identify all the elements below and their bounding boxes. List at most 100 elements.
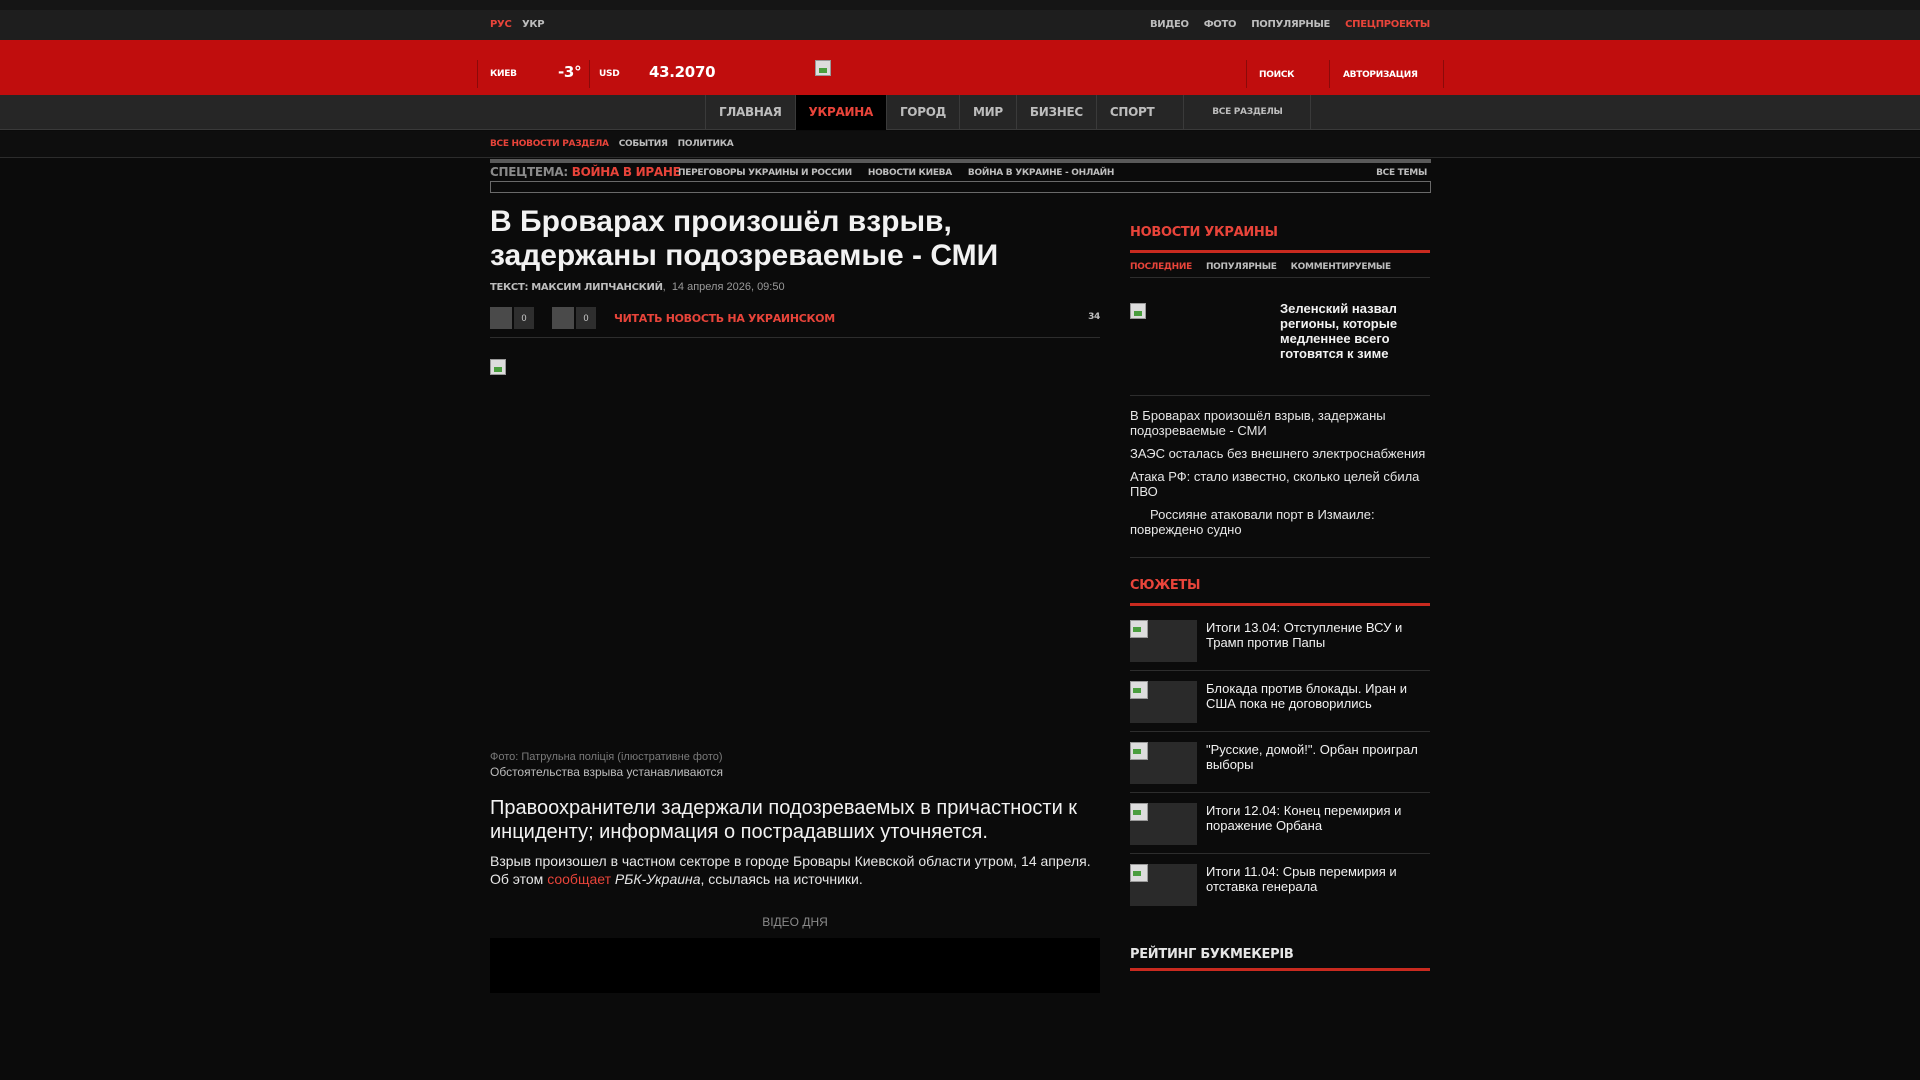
byline: ТЕКСТ: МАКСИМ ЛИПЧАНСКИЙ, 14 апреля 2026… (490, 281, 785, 293)
divider (1130, 792, 1430, 793)
special-topic-bar (490, 159, 1431, 163)
author-link[interactable]: МАКСИМ ЛИПЧАНСКИЙ (531, 282, 663, 293)
article-image-icon (490, 359, 506, 375)
currency-rate: 43.2070 (649, 63, 716, 81)
share-button-1[interactable]: 0 (490, 307, 534, 329)
story-thumbnail (1130, 620, 1197, 662)
main-nav: ГЛАВНАЯ УКРАИНА ГОРОД МИР БИЗНЕС СПОРТ В… (0, 95, 1920, 130)
news-item[interactable]: В Броварах произошёл взрыв, задержаны по… (1130, 408, 1430, 438)
divider (1130, 853, 1430, 854)
article-lead: Правоохранители задержали подозреваемых … (490, 797, 1078, 843)
topic-link-war-online[interactable]: ВОЙНА В УКРАИНЕ - ОНЛАЙН (968, 168, 1115, 178)
story-thumbnail (1130, 681, 1197, 723)
special-topic-line: СПЕЦТЕМА: ВОЙНА В ИРАНЕ ПЕРЕГОВОРЫ УКРАИ… (490, 164, 1431, 182)
subnav-politics[interactable]: ПОЛИТИКА (678, 139, 734, 149)
photo-link[interactable]: ФОТО (1204, 19, 1237, 30)
sidebar-stories-title[interactable]: СЮЖЕТЫ (1130, 578, 1200, 593)
story-item[interactable]: "Русские, домой!". Орбан проиграл выборы (1130, 742, 1430, 786)
story-title[interactable]: Блокада против блокады. Иран и США пока … (1206, 681, 1426, 711)
news-item[interactable]: ЗАЭС осталась без внешнего электроснабже… (1130, 446, 1430, 461)
sidebar-rule (1130, 250, 1430, 253)
source-link[interactable]: сообщает (547, 871, 611, 887)
share-count: 0 (576, 307, 596, 329)
topic-link-negotiations[interactable]: ПЕРЕГОВОРЫ УКРАИНЫ И РОССИИ (678, 168, 852, 178)
subnav-events[interactable]: СОБЫТИЯ (619, 139, 668, 149)
share-button-2[interactable]: 0 (552, 307, 596, 329)
popular-link[interactable]: ПОПУЛЯРНЫЕ (1251, 19, 1330, 30)
video-player[interactable] (490, 938, 1100, 993)
nav-item-business[interactable]: БИЗНЕС (1015, 95, 1096, 130)
special-projects-link[interactable]: СПЕЦПРОЕКТЫ (1345, 19, 1430, 30)
video-link[interactable]: ВИДЕО (1150, 19, 1189, 30)
story-item[interactable]: Итоги 12.04: Конец перемирия и поражение… (1130, 803, 1430, 847)
divider (1329, 60, 1330, 88)
article-date: 14 апреля 2026, 09:50 (671, 281, 785, 293)
news-item[interactable]: Атака РФ: стало известно, сколько целей … (1130, 469, 1430, 499)
read-in-ukrainian-link[interactable]: ЧИТАТЬ НОВОСТЬ НА УКРАИНСКОМ (614, 312, 835, 325)
story-title[interactable]: Итоги 12.04: Конец перемирия и поражение… (1206, 803, 1426, 833)
sidebar-rule (1130, 968, 1430, 971)
sub-nav: ВСЕ НОВОСТИ РАЗДЕЛА СОБЫТИЯ ПОЛИТИКА (0, 131, 1920, 158)
weather-city: КИЕВ (490, 69, 517, 79)
tab-latest[interactable]: ПОСЛЕДНИЕ (1130, 262, 1192, 272)
top-strip (0, 0, 1920, 10)
story-title[interactable]: "Русские, домой!". Орбан проиграл выборы (1206, 742, 1426, 772)
subnav-all-news[interactable]: ВСЕ НОВОСТИ РАЗДЕЛА (490, 139, 609, 149)
article-actions: 0 0 ЧИТАТЬ НОВОСТЬ НА УКРАИНСКОМ 34 (490, 307, 1100, 338)
nav-item-city[interactable]: ГОРОД (885, 95, 959, 130)
top-bar: РУС УКР ВИДЕО ФОТО ПОПУЛЯРНЫЕ СПЕЦПРОЕКТ… (0, 10, 1920, 40)
featured-news-title[interactable]: Зеленский назвал регионы, которые медлен… (1280, 301, 1430, 361)
share-icon (490, 307, 512, 329)
divider (1130, 731, 1430, 732)
photo-credit: Фото: Патрульна поліція (ілюстративне фо… (490, 751, 723, 763)
story-thumbnail (1130, 803, 1197, 845)
article-body: Взрыв произошел в частном секторе в горо… (490, 852, 1100, 888)
nav-item-sport[interactable]: СПОРТ (1095, 95, 1168, 130)
body-text: , ссылаясь на источники. (700, 871, 863, 887)
tab-commented[interactable]: КОММЕНТИРУЕМЫЕ (1291, 262, 1391, 272)
article: В Броварах произошёл взрыв, задержаны по… (490, 205, 1100, 338)
divider (1130, 557, 1430, 558)
nav-item-home[interactable]: ГЛАВНАЯ (705, 95, 795, 130)
share-icon (552, 307, 574, 329)
login-button[interactable]: АВТОРИЗАЦИЯ (1343, 70, 1418, 80)
weather-temperature: -3° (558, 63, 582, 81)
story-thumbnail (1130, 742, 1197, 784)
lang-rus-link[interactable]: РУС (490, 19, 512, 30)
video-of-day-label: ВІДЕО ДНЯ (762, 915, 828, 929)
article-headline: В Броварах произошёл взрыв, задержаны по… (490, 205, 999, 272)
header: КИЕВ -3° USD 43.2070 ПОИСК АВТОРИЗАЦИЯ (0, 40, 1920, 95)
share-count: 0 (514, 307, 534, 329)
search-button[interactable]: ПОИСК (1259, 70, 1294, 80)
divider (477, 60, 478, 88)
currency-code: USD (599, 69, 620, 79)
comments-count[interactable]: 34 (1088, 312, 1100, 322)
story-item[interactable]: Итоги 11.04: Срыв перемирия и отставка г… (1130, 864, 1430, 908)
sidebar-rule (1130, 603, 1430, 606)
byline-prefix: ТЕКСТ: (490, 282, 529, 293)
story-title[interactable]: Итоги 11.04: Срыв перемирия и отставка г… (1206, 864, 1426, 894)
news-item[interactable]: Россияне атаковали порт в Измаиле: повре… (1130, 507, 1430, 537)
divider (1130, 277, 1430, 278)
nav-item-all-sections[interactable]: ВСЕ РАЗДЕЛЫ (1183, 95, 1312, 130)
story-title[interactable]: Итоги 13.04: Отступление ВСУ и Трамп про… (1206, 620, 1426, 650)
story-item[interactable]: Итоги 13.04: Отступление ВСУ и Трамп про… (1130, 620, 1430, 664)
topic-link-kyiv-news[interactable]: НОВОСТИ КИЕВА (868, 168, 952, 178)
site-logo-icon[interactable] (815, 60, 831, 76)
featured-image-icon[interactable] (1130, 303, 1146, 319)
bookmakers-rating-title[interactable]: РЕЙТИНГ БУКМЕКЕРІВ (1130, 947, 1294, 962)
special-topic-link[interactable]: ВОЙНА В ИРАНЕ (572, 165, 681, 179)
sidebar-news-title[interactable]: НОВОСТИ УКРАИНЫ (1130, 225, 1278, 240)
nav-item-world[interactable]: МИР (959, 95, 1016, 130)
special-topic-box (490, 181, 1431, 193)
story-item[interactable]: Блокада против блокады. Иран и США пока … (1130, 681, 1430, 725)
lang-ukr-link[interactable]: УКР (522, 19, 545, 30)
nav-item-ukraine[interactable]: УКРАИНА (794, 95, 886, 130)
story-thumbnail (1130, 864, 1197, 906)
divider (1246, 60, 1247, 88)
tab-popular[interactable]: ПОПУЛЯРНЫЕ (1206, 262, 1277, 272)
all-topics-link[interactable]: ВСЕ ТЕМЫ (1376, 168, 1427, 178)
source-name: РБК-Украина (614, 871, 701, 887)
sidebar-tabs: ПОСЛЕДНИЕ ПОПУЛЯРНЫЕ КОММЕНТИРУЕМЫЕ (1130, 262, 1391, 272)
divider (1130, 395, 1430, 396)
